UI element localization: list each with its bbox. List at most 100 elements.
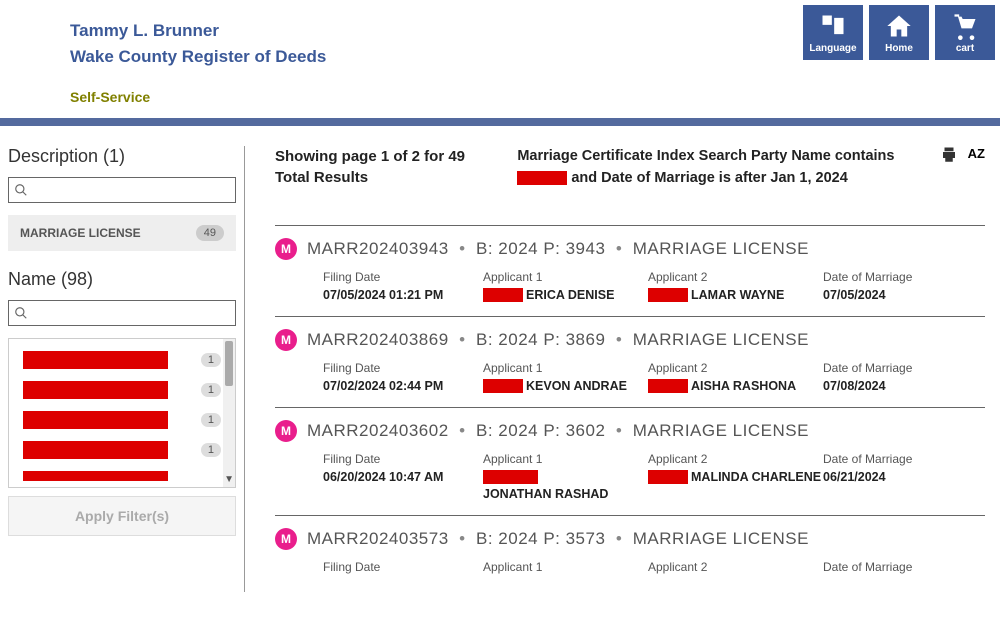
filing-date-label: Filing Date: [323, 270, 483, 284]
name-search-input[interactable]: [32, 306, 230, 320]
applicant2-col: Applicant 2 AISHA RASHONA: [648, 361, 823, 393]
result-title: MARR202403943 • B: 2024 P: 3943 • MARRIA…: [307, 239, 809, 259]
search-description: Marriage Certificate Index Search Party …: [517, 146, 917, 190]
applicant1-label: Applicant 1: [483, 361, 648, 375]
filter-label: MARRIAGE LICENSE: [20, 226, 141, 240]
registrar-name: Tammy L. Brunner: [70, 18, 930, 44]
applicant2-label: Applicant 2: [648, 361, 823, 375]
result-title: MARR202403573 • B: 2024 P: 3573 • MARRIA…: [307, 529, 809, 549]
applicant1-col: Applicant 1 JONATHAN RASHAD: [483, 452, 648, 501]
result-header: M MARR202403869 • B: 2024 P: 3869 • MARR…: [275, 329, 985, 351]
scrollbar[interactable]: ▼: [223, 339, 235, 487]
result-actions: AZ: [940, 146, 985, 169]
search-desc-part2: and Date of Marriage is after Jan 1, 202…: [567, 170, 847, 186]
search-icon: [14, 183, 28, 197]
name-search[interactable]: [8, 300, 236, 326]
content-header: Showing page 1 of 2 for 49 Total Results…: [275, 146, 985, 190]
date-marriage-col: Date of Marriage 06/21/2024: [823, 452, 983, 501]
name-item[interactable]: [13, 465, 231, 481]
print-icon: [940, 146, 958, 164]
date-marriage-value: 07/08/2024: [823, 379, 983, 393]
filing-date-col: Filing Date: [323, 560, 483, 578]
cart-label: cart: [956, 43, 974, 54]
applicant1-value: ERICA DENISE: [483, 288, 648, 302]
filing-date-label: Filing Date: [323, 361, 483, 375]
description-search-input[interactable]: [32, 183, 230, 197]
language-button[interactable]: Language: [803, 5, 863, 60]
date-marriage-label: Date of Marriage: [823, 361, 983, 375]
name-item[interactable]: 1: [13, 375, 231, 405]
header: Tammy L. Brunner Wake County Register of…: [0, 0, 1000, 113]
applicant2-label: Applicant 2: [648, 560, 823, 574]
description-title: Description (1): [8, 146, 236, 167]
separator-bar: [0, 118, 1000, 126]
home-button[interactable]: Home: [869, 5, 929, 60]
home-icon: [884, 12, 914, 40]
description-search[interactable]: [8, 177, 236, 203]
filter-marriage-license[interactable]: MARRIAGE LICENSE 49: [8, 215, 236, 251]
applicant2-value: MALINDA CHARLENE: [648, 470, 823, 484]
applicant2-col: Applicant 2 LAMAR WAYNE: [648, 270, 823, 302]
redacted-name: [23, 411, 168, 429]
name-item[interactable]: 1: [13, 405, 231, 435]
applicant2-value: AISHA RASHONA: [648, 379, 823, 393]
applicant1-value: JONATHAN RASHAD: [483, 470, 648, 501]
redacted-name: [23, 441, 168, 459]
sort-az-label: AZ: [968, 146, 985, 161]
filing-date-col: Filing Date 06/20/2024 10:47 AM: [323, 452, 483, 501]
result-item[interactable]: M MARR202403943 • B: 2024 P: 3943 • MARR…: [275, 225, 985, 316]
name-item[interactable]: 1: [13, 435, 231, 465]
applicant2-col: Applicant 2: [648, 560, 823, 578]
scrollbar-thumb[interactable]: [225, 341, 233, 386]
result-header: M MARR202403602 • B: 2024 P: 3602 • MARR…: [275, 420, 985, 442]
cart-button[interactable]: cart: [935, 5, 995, 60]
applicant1-col: Applicant 1 KEVON ANDRAE: [483, 361, 648, 393]
date-marriage-label: Date of Marriage: [823, 560, 983, 574]
result-title: MARR202403869 • B: 2024 P: 3869 • MARRIA…: [307, 330, 809, 350]
marriage-badge: M: [275, 528, 297, 550]
date-marriage-label: Date of Marriage: [823, 452, 983, 466]
sort-button[interactable]: AZ: [968, 146, 985, 169]
filing-date-col: Filing Date 07/05/2024 01:21 PM: [323, 270, 483, 302]
language-icon: [818, 12, 848, 40]
scroll-down-icon[interactable]: ▼: [224, 474, 234, 485]
filing-date-value: 06/20/2024 10:47 AM: [323, 470, 483, 484]
result-item[interactable]: M MARR202403602 • B: 2024 P: 3602 • MARR…: [275, 407, 985, 515]
cart-icon: [950, 12, 980, 40]
result-details: Filing Date 07/05/2024 01:21 PM Applican…: [275, 270, 985, 302]
redacted-name: [23, 381, 168, 399]
results-list: M MARR202403943 • B: 2024 P: 3943 • MARR…: [275, 225, 985, 592]
filing-date-col: Filing Date 07/02/2024 02:44 PM: [323, 361, 483, 393]
name-title: Name (98): [8, 269, 236, 290]
applicant1-label: Applicant 1: [483, 560, 648, 574]
date-marriage-value: 07/05/2024: [823, 288, 983, 302]
result-item[interactable]: M MARR202403869 • B: 2024 P: 3869 • MARR…: [275, 316, 985, 407]
description-section: Description (1) MARRIAGE LICENSE 49: [8, 146, 236, 251]
content: Showing page 1 of 2 for 49 Total Results…: [260, 146, 1000, 592]
applicant1-col: Applicant 1: [483, 560, 648, 578]
result-item[interactable]: M MARR202403573 • B: 2024 P: 3573 • MARR…: [275, 515, 985, 592]
name-item[interactable]: 1: [13, 345, 231, 375]
name-count: 1: [201, 383, 221, 397]
filing-date-value: 07/02/2024 02:44 PM: [323, 379, 483, 393]
results-count: Showing page 1 of 2 for 49 Total Results: [275, 146, 495, 188]
name-count: 1: [201, 443, 221, 457]
self-service-label: Self-Service: [70, 89, 930, 105]
page-title: Tammy L. Brunner Wake County Register of…: [70, 18, 930, 69]
filing-date-value: 07/05/2024 01:21 PM: [323, 288, 483, 302]
sidebar: Description (1) MARRIAGE LICENSE 49 Name…: [0, 146, 245, 592]
search-icon: [14, 306, 28, 320]
applicant2-label: Applicant 2: [648, 270, 823, 284]
apply-filters-button[interactable]: Apply Filter(s): [8, 496, 236, 536]
filter-count: 49: [196, 225, 224, 241]
applicant2-value: LAMAR WAYNE: [648, 288, 823, 302]
applicant2-col: Applicant 2 MALINDA CHARLENE: [648, 452, 823, 501]
redacted-term: [517, 171, 567, 185]
result-header: M MARR202403943 • B: 2024 P: 3943 • MARR…: [275, 238, 985, 260]
print-button[interactable]: [940, 146, 958, 169]
applicant1-label: Applicant 1: [483, 452, 648, 466]
name-list: 1 1 1 1 ▼: [8, 338, 236, 488]
redacted-name: [23, 351, 168, 369]
date-marriage-label: Date of Marriage: [823, 270, 983, 284]
office-name: Wake County Register of Deeds: [70, 44, 930, 70]
